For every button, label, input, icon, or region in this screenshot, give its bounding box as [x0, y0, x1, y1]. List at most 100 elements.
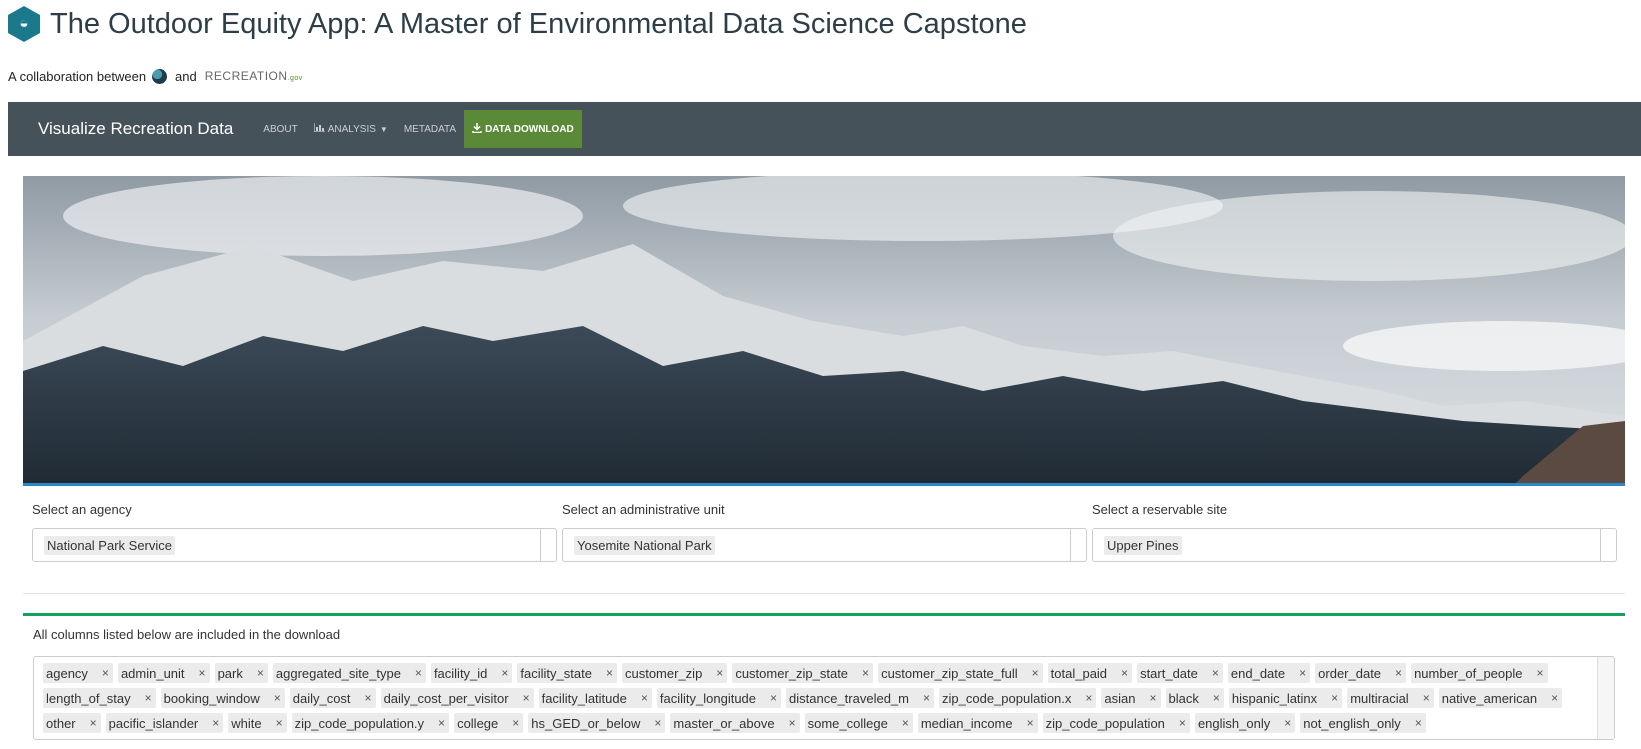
- remove-tag-icon[interactable]: ×: [606, 666, 613, 680]
- column-tag[interactable]: black ×: [1165, 688, 1224, 708]
- remove-tag-icon[interactable]: ×: [1415, 716, 1422, 730]
- remove-tag-icon[interactable]: ×: [1536, 666, 1543, 680]
- column-tag[interactable]: some_college ×: [804, 713, 913, 733]
- admin-unit-selected-value[interactable]: Yosemite National Park: [574, 535, 715, 555]
- remove-tag-icon[interactable]: ×: [716, 666, 723, 680]
- remove-tag-icon[interactable]: ×: [1331, 691, 1338, 705]
- column-tag[interactable]: native_american ×: [1438, 688, 1563, 708]
- remove-tag-icon[interactable]: ×: [641, 691, 648, 705]
- column-tag[interactable]: park ×: [214, 663, 268, 683]
- remove-tag-icon[interactable]: ×: [102, 666, 109, 680]
- column-tag[interactable]: other ×: [43, 713, 101, 733]
- remove-tag-icon[interactable]: ×: [1085, 691, 1092, 705]
- navbar-brand[interactable]: Visualize Recreation Data: [38, 119, 233, 139]
- remove-tag-icon[interactable]: ×: [1179, 716, 1186, 730]
- remove-tag-icon[interactable]: ×: [1423, 691, 1430, 705]
- column-tag[interactable]: order_date ×: [1315, 663, 1407, 683]
- column-tag[interactable]: booking_window ×: [160, 688, 285, 708]
- remove-tag-icon[interactable]: ×: [257, 666, 264, 680]
- column-tag-label: total_paid: [1050, 665, 1108, 681]
- column-tag[interactable]: hs_GED_or_below ×: [528, 713, 666, 733]
- remove-tag-icon[interactable]: ×: [145, 691, 152, 705]
- remove-tag-icon[interactable]: ×: [923, 691, 930, 705]
- columns-multiselect[interactable]: agency × admin_unit × park × aggregated_site_t…: [33, 656, 1615, 740]
- remove-tag-icon[interactable]: ×: [1299, 666, 1306, 680]
- remove-tag-icon[interactable]: ×: [1027, 716, 1034, 730]
- column-tag[interactable]: distance_traveled_m ×: [786, 688, 935, 708]
- column-tag[interactable]: aggregated_site_type ×: [272, 663, 426, 683]
- column-tag[interactable]: hispanic_latinx ×: [1228, 688, 1343, 708]
- column-tag[interactable]: customer_zip ×: [621, 663, 728, 683]
- column-tag[interactable]: master_or_above ×: [670, 713, 800, 733]
- column-tag[interactable]: facility_id ×: [430, 663, 513, 683]
- remove-tag-icon[interactable]: ×: [1213, 691, 1220, 705]
- remove-tag-icon[interactable]: ×: [862, 666, 869, 680]
- column-tag[interactable]: asian ×: [1101, 688, 1161, 708]
- remove-tag-icon[interactable]: ×: [512, 716, 519, 730]
- remove-tag-icon[interactable]: ×: [212, 716, 219, 730]
- admin-unit-select-label: Select an administrative unit: [562, 502, 725, 517]
- remove-tag-icon[interactable]: ×: [415, 666, 422, 680]
- column-tag-label: zip_code_population: [1045, 715, 1165, 731]
- site-selected-value[interactable]: Upper Pines: [1104, 535, 1182, 555]
- column-tag[interactable]: college ×: [454, 713, 524, 733]
- column-tag[interactable]: agency ×: [43, 663, 113, 683]
- column-tag-label: distance_traveled_m: [789, 690, 909, 706]
- admin-unit-select[interactable]: Yosemite National Park: [562, 528, 1087, 562]
- column-tag[interactable]: facility_state ×: [517, 663, 617, 683]
- select-handle[interactable]: [540, 529, 556, 561]
- column-tag[interactable]: admin_unit ×: [117, 663, 210, 683]
- column-tag[interactable]: multiracial ×: [1347, 688, 1434, 708]
- remove-tag-icon[interactable]: ×: [1551, 691, 1558, 705]
- select-handle[interactable]: [1600, 529, 1616, 561]
- column-tag[interactable]: end_date ×: [1227, 663, 1311, 683]
- remove-tag-icon[interactable]: ×: [1212, 666, 1219, 680]
- column-tag[interactable]: customer_zip_state ×: [732, 663, 874, 683]
- column-tag[interactable]: english_only ×: [1194, 713, 1296, 733]
- nav-analysis[interactable]: ANALYSIS ▼: [306, 110, 396, 148]
- remove-tag-icon[interactable]: ×: [90, 716, 97, 730]
- remove-tag-icon[interactable]: ×: [199, 666, 206, 680]
- column-tag[interactable]: length_of_stay ×: [43, 688, 156, 708]
- nav-metadata[interactable]: METADATA: [396, 110, 464, 148]
- column-tag[interactable]: pacific_islander ×: [105, 713, 224, 733]
- agency-selected-value[interactable]: National Park Service: [44, 535, 175, 555]
- remove-tag-icon[interactable]: ×: [654, 716, 661, 730]
- remove-tag-icon[interactable]: ×: [276, 716, 283, 730]
- remove-tag-icon[interactable]: ×: [770, 691, 777, 705]
- column-tag[interactable]: zip_code_population.x ×: [939, 688, 1097, 708]
- column-tag[interactable]: facility_longitude ×: [656, 688, 782, 708]
- column-tag[interactable]: zip_code_population ×: [1042, 713, 1190, 733]
- column-tag[interactable]: customer_zip_state_full ×: [878, 663, 1043, 683]
- column-tag[interactable]: daily_cost ×: [289, 688, 376, 708]
- column-tag[interactable]: not_english_only ×: [1300, 713, 1426, 733]
- column-tag[interactable]: daily_cost_per_visitor ×: [380, 688, 534, 708]
- column-tag[interactable]: white ×: [228, 713, 287, 733]
- column-tag[interactable]: zip_code_population.y ×: [291, 713, 450, 733]
- column-tag-label: not_english_only: [1303, 715, 1401, 731]
- remove-tag-icon[interactable]: ×: [365, 691, 372, 705]
- column-tag[interactable]: total_paid ×: [1047, 663, 1133, 683]
- remove-tag-icon[interactable]: ×: [1395, 666, 1402, 680]
- admin-unit-select-group: Select an administrative unit Yosemite N…: [562, 500, 1087, 562]
- remove-tag-icon[interactable]: ×: [274, 691, 281, 705]
- remove-tag-icon[interactable]: ×: [902, 716, 909, 730]
- column-tag[interactable]: number_of_people ×: [1411, 663, 1548, 683]
- column-tag-label: order_date: [1318, 665, 1382, 681]
- column-tag[interactable]: median_income ×: [917, 713, 1038, 733]
- agency-select[interactable]: National Park Service: [32, 528, 557, 562]
- column-tag[interactable]: start_date ×: [1137, 663, 1223, 683]
- site-select[interactable]: Upper Pines: [1092, 528, 1617, 562]
- nav-about[interactable]: ABOUT: [255, 110, 305, 148]
- remove-tag-icon[interactable]: ×: [789, 716, 796, 730]
- column-tag[interactable]: facility_latitude ×: [538, 688, 652, 708]
- remove-tag-icon[interactable]: ×: [1150, 691, 1157, 705]
- remove-tag-icon[interactable]: ×: [1032, 666, 1039, 680]
- remove-tag-icon[interactable]: ×: [438, 716, 445, 730]
- remove-tag-icon[interactable]: ×: [501, 666, 508, 680]
- remove-tag-icon[interactable]: ×: [1284, 716, 1291, 730]
- select-handle[interactable]: [1070, 529, 1086, 561]
- remove-tag-icon[interactable]: ×: [1121, 666, 1128, 680]
- remove-tag-icon[interactable]: ×: [523, 691, 530, 705]
- nav-data-download[interactable]: DATA DOWNLOAD: [464, 110, 582, 148]
